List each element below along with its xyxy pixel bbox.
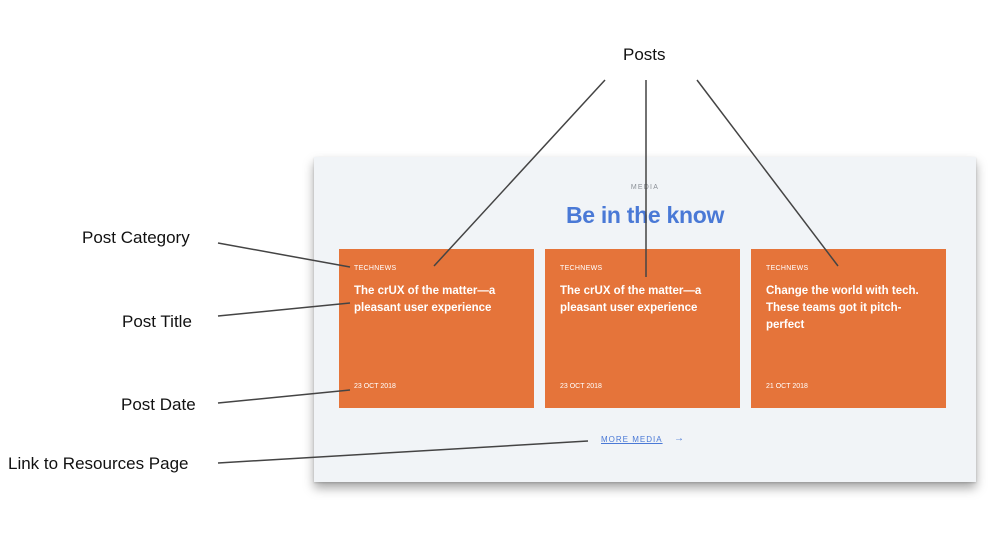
callout-post-category: Post Category bbox=[82, 228, 190, 247]
callout-posts: Posts bbox=[623, 45, 666, 64]
section-eyebrow: MEDIA bbox=[630, 184, 660, 191]
more-media-link[interactable]: MORE MEDIA bbox=[601, 435, 663, 444]
callout-post-title: Post Title bbox=[122, 312, 192, 331]
post-date: 23 OCT 2018 bbox=[560, 383, 602, 390]
callout-resources-link: Link to Resources Page bbox=[8, 454, 189, 473]
post-card[interactable]: TECHNEWS Change the world with tech. The… bbox=[751, 249, 946, 408]
media-section: MEDIA Be in the know TECHNEWS The crUX o… bbox=[314, 157, 976, 482]
section-headline: Be in the know bbox=[565, 202, 725, 228]
post-title[interactable]: The crUX of the matter—a pleasant user e… bbox=[560, 283, 730, 317]
post-title[interactable]: The crUX of the matter—a pleasant user e… bbox=[354, 283, 524, 317]
post-category: TECHNEWS bbox=[560, 265, 603, 272]
post-date: 21 OCT 2018 bbox=[766, 383, 808, 390]
post-category: TECHNEWS bbox=[766, 265, 809, 272]
post-date: 23 OCT 2018 bbox=[354, 383, 396, 390]
post-category: TECHNEWS bbox=[354, 265, 397, 272]
post-title[interactable]: Change the world with tech. These teams … bbox=[766, 283, 936, 334]
post-card[interactable]: TECHNEWS The crUX of the matter—a pleasa… bbox=[545, 249, 740, 408]
post-card[interactable]: TECHNEWS The crUX of the matter—a pleasa… bbox=[339, 249, 534, 408]
callout-post-date: Post Date bbox=[121, 395, 196, 414]
arrow-right-icon[interactable]: → bbox=[674, 433, 684, 444]
